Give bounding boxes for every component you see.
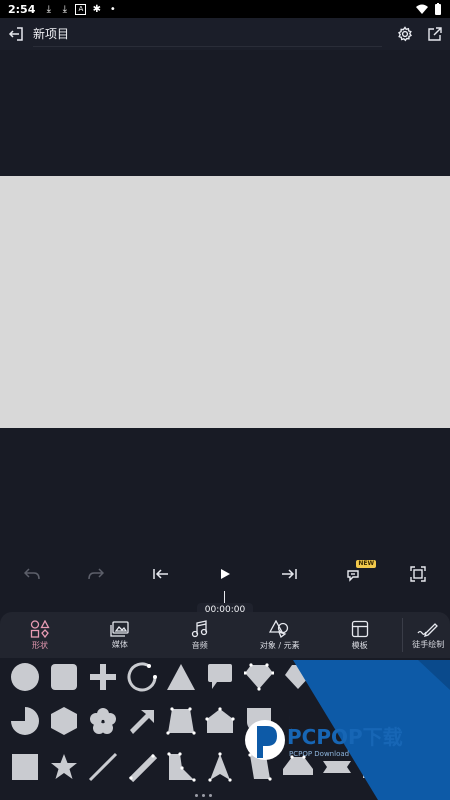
watermark-text: PCPOP下载 [287,725,403,749]
exit-icon [8,27,23,41]
shape-circle[interactable] [6,658,44,696]
shape-arrow[interactable] [123,702,161,740]
bug-icon: ✱ [92,3,102,15]
a-box-icon: A [75,3,87,15]
add-keyframe-button[interactable]: NEW [321,555,385,593]
new-badge: NEW [356,560,377,568]
media-icon [110,620,129,637]
plus-icon [90,664,116,690]
tab-shapes[interactable]: 形状 [0,612,80,658]
trapezoid-icon [166,707,196,735]
shape-flower[interactable] [84,702,122,740]
shape-triangle[interactable] [162,658,200,696]
shape-house[interactable] [201,702,239,740]
settings-button[interactable] [390,18,420,50]
flower-icon [90,708,116,734]
shape-arc[interactable] [123,658,161,696]
star-icon [51,754,77,779]
shape-pie[interactable] [6,702,44,740]
download-icon: ⤓ [62,3,68,15]
export-button[interactable] [420,18,450,50]
status-time: 2:54 [8,2,36,16]
shape-speech-bubble[interactable] [201,658,239,696]
redo-button[interactable] [64,555,128,593]
shape-rounded-square[interactable] [45,658,83,696]
watermark-logo: PCPOP下载 PCPOP Download [245,660,450,800]
arrow-icon [130,710,154,734]
shape-cross[interactable] [84,658,122,696]
undo-button[interactable] [0,555,64,593]
fullscreen-icon [410,566,426,582]
spike-icon [208,752,232,782]
project-title[interactable]: 新项目 [33,25,382,47]
shape-hexagon[interactable] [45,702,83,740]
speech-bubble-icon [208,664,232,689]
transport-bar: NEW [0,555,450,593]
shape-trapezoid[interactable] [162,702,200,740]
tab-templates[interactable]: 模板 [320,612,400,658]
wifi-icon [416,4,428,14]
quad-icon [167,752,196,782]
house-shape-icon [205,707,235,733]
battery-icon [435,3,441,15]
freehand-pen-icon [417,622,439,637]
objects-icon [268,619,288,638]
page-indicator [195,794,212,797]
shape-thick-line[interactable] [123,748,161,786]
skip-end-icon [282,569,297,579]
shape-line[interactable] [84,748,122,786]
tab-media[interactable]: 媒体 [80,612,160,658]
shape-square[interactable] [6,748,44,786]
project-canvas[interactable] [0,176,450,428]
tab-objects[interactable]: 对象 / 元素 [240,612,320,658]
exit-button[interactable] [0,18,32,50]
circle-icon [11,663,39,691]
thick-line-icon [128,753,157,782]
play-button[interactable] [193,555,257,593]
jump-start-button[interactable] [129,555,193,593]
rounded-square-icon [51,664,77,690]
line-icon [88,752,118,782]
app-header: 新项目 [0,18,450,50]
shape-star[interactable] [45,748,83,786]
triangle-icon [167,664,195,690]
undo-icon [24,568,40,580]
shapes-icon [30,619,50,638]
pie-icon [11,707,39,735]
arc-icon [127,662,157,692]
music-note-icon [191,619,207,637]
template-icon [351,620,368,637]
redo-icon [88,568,105,580]
download-icon: ⤓ [46,3,52,15]
share-icon [428,27,442,41]
keyframe-icon [347,570,360,582]
tab-freehand[interactable]: 徒手绘制 [407,612,450,658]
tab-divider [401,618,403,652]
tool-tabs: 形状 媒体 音频 对象 / 元素 模板 徒手绘制 [0,612,450,658]
jump-end-button[interactable] [257,555,321,593]
status-bar: 2:54 ⤓ ⤓ A ✱ • [0,0,450,18]
fullscreen-button[interactable] [386,555,450,593]
hexagon-icon [51,707,77,735]
playhead[interactable] [224,591,225,603]
shape-quad[interactable] [162,748,200,786]
watermark-subtext: PCPOP Download [289,750,349,758]
dot-icon: • [109,3,116,15]
play-icon [220,569,230,579]
tab-audio[interactable]: 音频 [160,612,240,658]
skip-start-icon [152,569,168,579]
shape-spike[interactable] [201,748,239,786]
gear-icon [398,26,413,42]
square-icon [12,754,38,780]
